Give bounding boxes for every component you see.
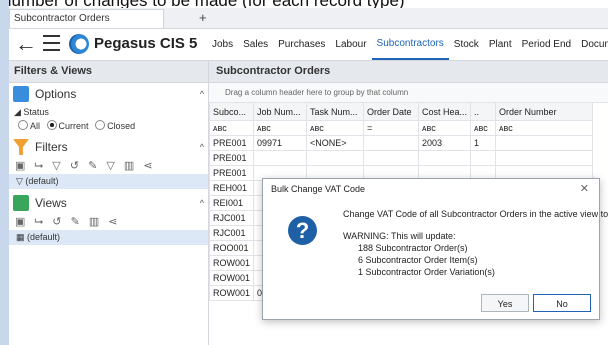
dialog-message: Change VAT Code of all Subcontractor Ord… — [343, 209, 608, 219]
left-edge-bar — [0, 0, 9, 345]
dialog-warning: WARNING: This will update: — [343, 231, 456, 241]
status-options: All Current Closed — [9, 119, 208, 133]
table-cell: 1 — [470, 135, 497, 151]
table-row[interactable]: PRE001 09971 <NONE> 2003 1 — [208, 135, 594, 151]
filters-views-panel: Filters & Views Options ^ ◢ Status All C… — [9, 61, 209, 345]
table-cell — [306, 150, 365, 166]
status-label: ◢ Status — [14, 107, 49, 117]
filter-toolbar[interactable]: ▣ ⮡ ▽ ↺ ✎ ▽ ▥ ⋖ — [9, 158, 208, 174]
screen: number of changes to be made (for each r… — [0, 0, 608, 345]
options-section[interactable]: Options ^ — [9, 83, 208, 105]
col-header[interactable]: Task Num... — [306, 102, 365, 121]
menu-item-subcontractors[interactable]: Subcontractors — [371, 29, 449, 60]
sidebar-title: Filters & Views — [9, 61, 208, 83]
options-icon — [13, 86, 29, 102]
table-cell: RJC001 — [208, 225, 255, 241]
filter-cell[interactable]: ᴀʙᴄ — [253, 120, 308, 136]
col-header[interactable]: Order Number — [495, 102, 594, 121]
view-toolbar[interactable]: ▣ ⮡ ↺ ✎ ▥ ⋖ — [9, 214, 208, 230]
radio-current[interactable] — [46, 120, 57, 130]
bulk-change-dialog: Bulk Change VAT Code ✕ ? Change VAT Code… — [262, 178, 608, 320]
nav-bar: ← Pegasus CIS 5 Jobs Sales Purchases Lab… — [9, 29, 608, 61]
dialog-line-orders: 188 Subcontractor Order(s) — [358, 243, 468, 253]
table-cell: ROW001 — [208, 270, 255, 286]
table-cell: 09971 — [253, 135, 308, 151]
table-cell: RJC001 — [208, 210, 255, 226]
menu-item-documents[interactable]: Docum — [576, 29, 608, 60]
menu-item-labour[interactable]: Labour — [330, 29, 371, 60]
tab-subcontractor-orders[interactable]: Subcontractor Orders — [9, 9, 164, 28]
col-header[interactable]: Job Num... — [253, 102, 308, 121]
table-cell: ROO001 — [208, 240, 255, 256]
table-cell: REH001 — [208, 180, 255, 196]
funnel-small-icon: ▽ — [16, 176, 26, 186]
back-arrow-icon[interactable]: ← — [15, 31, 37, 57]
menu-item-period-end[interactable]: Period End — [517, 29, 576, 60]
table-cell: <NONE> — [306, 135, 365, 151]
filter-cell[interactable]: ᴀʙᴄ — [306, 120, 365, 136]
col-header[interactable]: Subco... — [208, 102, 255, 121]
dialog-line-items: 6 Subcontractor Order Item(s) — [358, 255, 478, 265]
table-header-row: Subco... Job Num... Task Num... Order Da… — [208, 102, 594, 121]
tab-bar: Subcontractor Orders + — [9, 8, 608, 29]
group-by-hint[interactable]: Drag a column header here to group by th… — [209, 83, 608, 103]
table-cell: PRE001 — [208, 135, 255, 151]
panel-title: Subcontractor Orders — [209, 61, 608, 83]
filter-cell[interactable]: = — [363, 120, 420, 136]
app-brand: Pegasus CIS 5 — [94, 35, 198, 52]
hamburger-menu-icon[interactable] — [43, 35, 60, 51]
menu-item-plant[interactable]: Plant — [484, 29, 517, 60]
views-icon — [13, 195, 29, 211]
table-cell: REI001 — [208, 195, 255, 211]
collapse-icon[interactable]: ^ — [200, 136, 204, 158]
table-cell: ROW001 — [208, 255, 255, 271]
menu-item-jobs[interactable]: Jobs — [207, 29, 238, 60]
yes-button[interactable]: Yes — [481, 294, 529, 312]
views-section[interactable]: Views ^ — [9, 192, 208, 214]
table-cell — [418, 150, 472, 166]
filter-cell[interactable]: ᴀʙᴄ — [208, 120, 255, 136]
table-cell: PRE001 — [208, 150, 255, 166]
col-header[interactable]: Cost Hea... — [418, 102, 472, 121]
table-cell — [253, 150, 308, 166]
table-cell — [363, 135, 420, 151]
table-icon: ▦ — [16, 232, 28, 242]
new-tab-button[interactable]: + — [199, 9, 207, 27]
radio-all[interactable] — [18, 120, 28, 130]
table-cell: PRE001 — [208, 165, 255, 181]
table-cell — [495, 135, 594, 151]
question-icon: ? — [288, 216, 317, 245]
menu-item-purchases[interactable]: Purchases — [273, 29, 330, 60]
filter-cell[interactable]: ᴀʙᴄ — [470, 120, 497, 136]
col-header[interactable]: .. — [470, 102, 497, 121]
table-cell — [470, 150, 497, 166]
table-cell: ROW001 — [208, 285, 255, 301]
col-header[interactable]: Order Date — [363, 102, 420, 121]
filter-default-item[interactable]: ▽ (default) — [9, 174, 208, 189]
options-label: Options — [35, 87, 77, 101]
radio-closed[interactable] — [95, 120, 106, 130]
filters-section[interactable]: Filters ^ — [9, 136, 208, 158]
pegasus-logo-icon — [69, 34, 89, 54]
filter-cell[interactable]: ᴀʙᴄ — [495, 120, 594, 136]
close-icon[interactable]: ✕ — [580, 182, 589, 195]
menu-item-stock[interactable]: Stock — [449, 29, 484, 60]
views-label: Views — [35, 196, 67, 210]
table-cell — [363, 150, 420, 166]
dialog-line-variations: 1 Subcontractor Order Variation(s) — [358, 267, 495, 277]
main-menu: Jobs Sales Purchases Labour Subcontracto… — [207, 29, 608, 60]
table-cell: 2003 — [418, 135, 472, 151]
collapse-icon[interactable]: ^ — [200, 83, 204, 105]
no-button[interactable]: No — [533, 294, 591, 312]
collapse-icon[interactable]: ^ — [200, 192, 204, 214]
filter-row: ᴀʙᴄ ᴀʙᴄ ᴀʙᴄ = ᴀʙᴄ ᴀʙᴄ ᴀʙᴄ — [208, 120, 594, 136]
dialog-title: Bulk Change VAT Code — [271, 184, 366, 194]
funnel-icon — [13, 139, 29, 155]
view-default-item[interactable]: ▦ (default) — [9, 230, 208, 245]
filters-label: Filters — [35, 140, 68, 154]
table-row[interactable]: PRE001 — [208, 150, 594, 166]
table-cell — [495, 150, 594, 166]
filter-cell[interactable]: ᴀʙᴄ — [418, 120, 472, 136]
menu-item-sales[interactable]: Sales — [238, 29, 273, 60]
